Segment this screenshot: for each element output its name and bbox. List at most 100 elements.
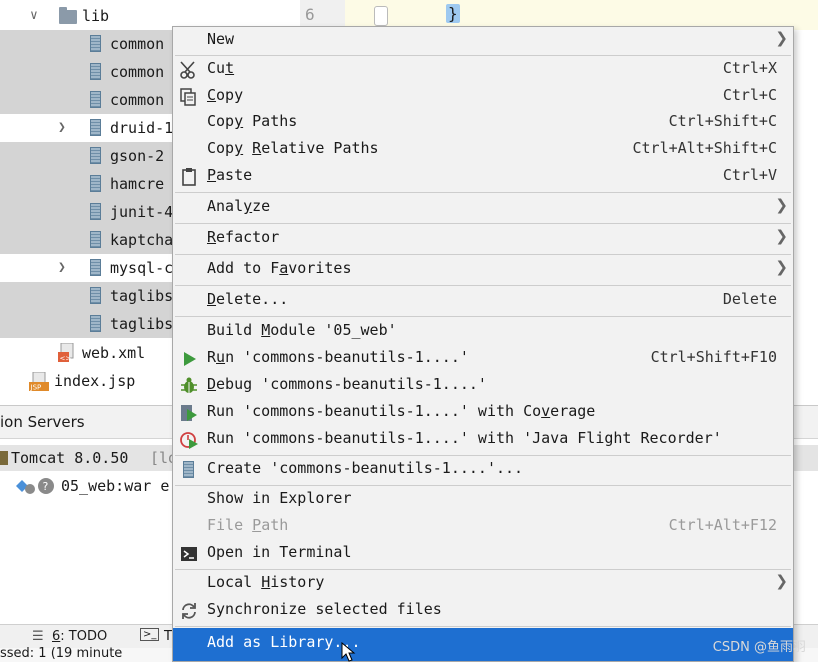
jar-icon bbox=[90, 259, 101, 276]
mouse-pointer-icon bbox=[341, 642, 356, 662]
menu-item-java-flight-recorder[interactable]: Run 'commons-beanutils-1....' with 'Java… bbox=[173, 426, 793, 453]
services-title: ion Servers bbox=[0, 413, 85, 431]
menu-item-copy[interactable]: Copy Ctrl+C bbox=[173, 83, 793, 110]
svg-text:JSP: JSP bbox=[30, 384, 42, 392]
menu-item-build-module[interactable]: Build Module '05_web' bbox=[173, 318, 793, 345]
tree-label: index.jsp bbox=[54, 372, 136, 390]
jar-icon bbox=[183, 461, 194, 478]
menu-item-add-as-library[interactable]: Add as Library... bbox=[173, 628, 793, 661]
watermark: CSDN @鱼雨羽 bbox=[712, 640, 806, 655]
tree-label: lib bbox=[82, 7, 110, 25]
menu-item-show-in-explorer[interactable]: Show in Explorer bbox=[173, 486, 793, 513]
menu-item-open-in-terminal[interactable]: Open in Terminal bbox=[173, 540, 793, 567]
svg-text:?: ? bbox=[43, 480, 49, 493]
tree-label: common bbox=[110, 63, 165, 81]
tree-label: kaptcha bbox=[110, 231, 174, 249]
menu-separator bbox=[175, 223, 791, 224]
menu-item-run-with-coverage[interactable]: Run 'commons-beanutils-1....' with Cover… bbox=[173, 399, 793, 426]
jar-icon bbox=[90, 35, 101, 52]
tree-label: common bbox=[110, 91, 165, 109]
shortcut: Ctrl+Alt+F12 bbox=[668, 516, 777, 534]
tree-label: gson-2 bbox=[110, 147, 165, 165]
jar-icon bbox=[90, 91, 101, 108]
menu-item-cut[interactable]: Cut Ctrl+X bbox=[173, 56, 793, 83]
menu-item-synchronize[interactable]: Synchronize selected files bbox=[173, 597, 793, 624]
tree-label: junit-4 bbox=[110, 203, 174, 221]
terminal-icon bbox=[181, 547, 197, 561]
shortcut: Ctrl+X bbox=[722, 59, 777, 77]
jar-icon bbox=[90, 203, 101, 220]
shortcut: Ctrl+Shift+C bbox=[668, 112, 777, 130]
xml-file-icon: <> bbox=[58, 343, 74, 363]
jsp-file-icon: JSP bbox=[29, 372, 49, 392]
tree-label: common bbox=[110, 35, 165, 53]
todo-tab[interactable]: 6: TODO bbox=[52, 629, 107, 644]
tree-label: web.xml bbox=[82, 344, 146, 362]
terminal-tab-icon[interactable]: >_ bbox=[140, 628, 160, 641]
artifact-icon: ? bbox=[16, 478, 54, 494]
run-icon bbox=[184, 352, 196, 366]
menu-separator bbox=[175, 316, 791, 317]
fold-marker-icon[interactable] bbox=[374, 6, 388, 26]
clipboard-icon bbox=[182, 168, 196, 186]
context-menu: New ❯ Cut Ctrl+X Copy Ctrl+C Copy Paths … bbox=[172, 26, 794, 662]
menu-item-analyze[interactable]: Analyze ❯ bbox=[173, 194, 793, 221]
chevron-right-icon[interactable]: ❯ bbox=[58, 120, 66, 135]
todo-icon: ☰ bbox=[32, 629, 44, 644]
menu-item-local-history[interactable]: Local History ❯ bbox=[173, 570, 793, 597]
folder-icon bbox=[59, 7, 77, 24]
menu-item-paste[interactable]: Paste Ctrl+V bbox=[173, 163, 793, 190]
tomcat-label: Tomcat 8.0.50 bbox=[11, 449, 129, 467]
jar-icon bbox=[90, 63, 101, 80]
menu-item-refactor[interactable]: Refactor ❯ bbox=[173, 225, 793, 252]
menu-item-file-path: File Path Ctrl+Alt+F12 bbox=[207, 516, 777, 534]
menu-item-new[interactable]: New ❯ bbox=[173, 27, 793, 54]
menu-item-run[interactable]: Run 'commons-beanutils-1....' Ctrl+Shift… bbox=[173, 345, 793, 372]
terminal-tab-label[interactable]: T bbox=[164, 629, 172, 644]
jar-icon bbox=[90, 175, 101, 192]
copy-icon bbox=[180, 88, 196, 106]
shortcut: Ctrl+Alt+Shift+C bbox=[632, 139, 778, 157]
matched-brace: } bbox=[446, 4, 460, 23]
menu-separator bbox=[175, 285, 791, 286]
sync-icon bbox=[182, 603, 196, 619]
jar-icon bbox=[90, 287, 101, 304]
tree-label: druid-1 bbox=[110, 119, 174, 137]
line-number: 6 bbox=[305, 5, 315, 24]
tree-label: mysql-c bbox=[110, 259, 174, 277]
tree-label: hamcre bbox=[110, 175, 165, 193]
submenu-arrow-icon: ❯ bbox=[775, 196, 788, 214]
jar-icon bbox=[90, 119, 101, 136]
menu-item-delete[interactable]: Delete... Delete bbox=[173, 287, 793, 314]
debug-bug-icon bbox=[181, 377, 197, 393]
shortcut: Ctrl+V bbox=[722, 166, 777, 184]
shortcut: Ctrl+Shift+F10 bbox=[650, 348, 777, 366]
submenu-arrow-icon: ❯ bbox=[775, 29, 788, 47]
menu-item-copy-paths[interactable]: Copy Paths Ctrl+Shift+C bbox=[173, 109, 793, 136]
shortcut: Delete bbox=[722, 290, 777, 308]
chevron-down-icon[interactable]: ∨ bbox=[30, 8, 38, 23]
tree-label: taglibs bbox=[110, 315, 174, 333]
menu-separator bbox=[175, 254, 791, 255]
submenu-arrow-icon: ❯ bbox=[775, 227, 788, 245]
menu-item-debug[interactable]: Debug 'commons-beanutils-1....' bbox=[173, 372, 793, 399]
chevron-right-icon[interactable]: ❯ bbox=[58, 260, 66, 275]
tree-label: taglibs bbox=[110, 287, 174, 305]
artifact-label: 05_web:war e bbox=[61, 477, 170, 495]
submenu-arrow-icon: ❯ bbox=[775, 572, 788, 590]
menu-separator bbox=[175, 192, 791, 193]
jar-icon bbox=[90, 147, 101, 164]
menu-item-copy-relative-paths[interactable]: Copy Relative Paths Ctrl+Alt+Shift+C bbox=[173, 136, 793, 163]
coverage-icon bbox=[181, 405, 197, 421]
jar-icon bbox=[90, 231, 101, 248]
menu-item-add-to-favorites[interactable]: Add to Favorites ❯ bbox=[173, 256, 793, 283]
tomcat-icon bbox=[0, 451, 8, 465]
shortcut: Ctrl+C bbox=[722, 86, 777, 104]
flight-recorder-icon bbox=[180, 432, 198, 449]
menu-item-create-config[interactable]: Create 'commons-beanutils-1....'... bbox=[173, 456, 793, 483]
scissors-icon bbox=[180, 61, 195, 79]
submenu-arrow-icon: ❯ bbox=[775, 258, 788, 276]
jar-icon bbox=[90, 315, 101, 332]
svg-text:<>: <> bbox=[60, 355, 72, 363]
menu-separator bbox=[175, 626, 791, 627]
